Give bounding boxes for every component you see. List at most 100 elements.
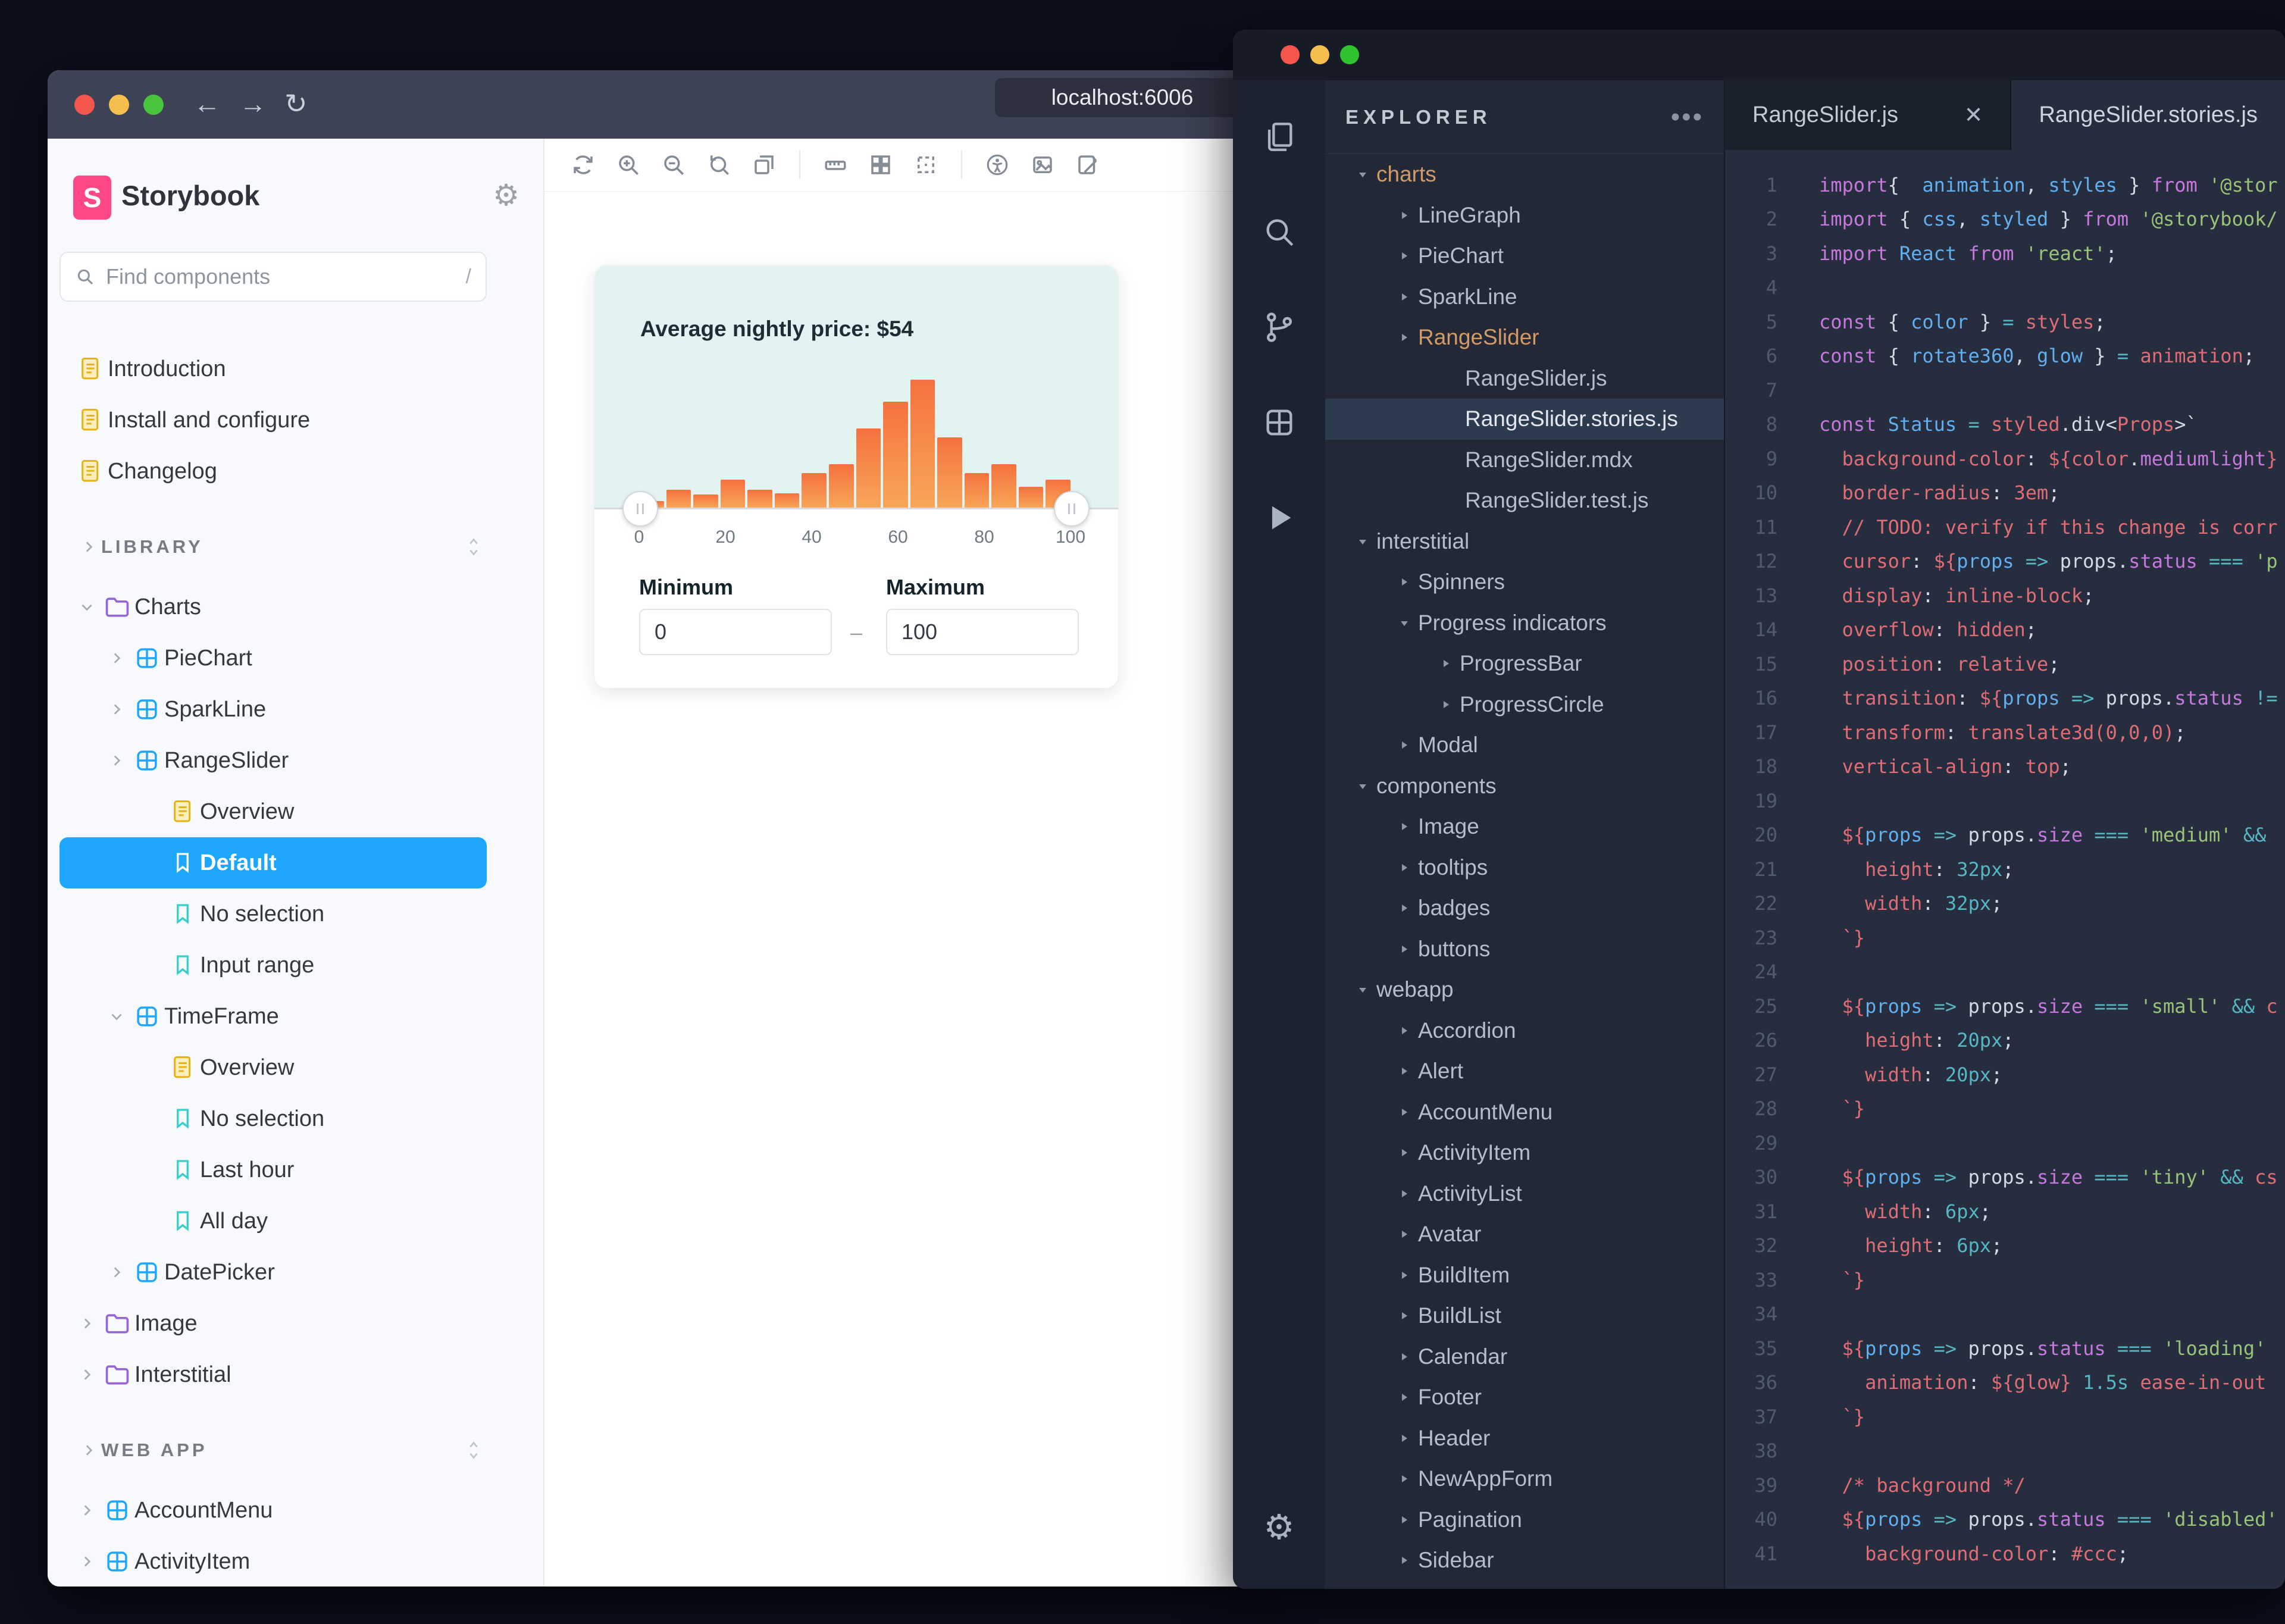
tree-item-rangeslider-test-js[interactable]: RangeSlider.test.js (1325, 480, 1724, 521)
minimize-window-button[interactable] (109, 95, 129, 115)
sidebar-item-datepicker[interactable]: DatePicker (60, 1247, 487, 1298)
zoom-out-icon[interactable] (659, 150, 688, 180)
extensions-icon[interactable] (1259, 402, 1300, 443)
code-editor[interactable]: 1import{ animation, styles } from '@stor… (1725, 150, 2285, 1589)
sidebar-item-default[interactable]: Default (60, 837, 487, 888)
sidebar-item-interstitial[interactable]: Interstitial (60, 1349, 487, 1400)
tree-item-components[interactable]: components (1325, 766, 1724, 807)
tree-item-rangeslider[interactable]: RangeSlider (1325, 317, 1724, 358)
maximum-input[interactable]: 100 (886, 609, 1079, 655)
tab-rangeslider-stories-js[interactable]: RangeSlider.stories.js (2011, 80, 2285, 150)
tree-item-progresscircle[interactable]: ProgressCircle (1325, 684, 1724, 725)
sidebar-item-image[interactable]: Image (60, 1298, 487, 1349)
minimize-window-button[interactable] (1310, 45, 1329, 64)
sidebar-item-last-hour[interactable]: Last hour (60, 1144, 487, 1196)
outline-icon[interactable] (911, 150, 941, 180)
tree-item-sidebar[interactable]: Sidebar (1325, 1540, 1724, 1581)
back-icon[interactable]: ← (193, 70, 221, 139)
sidebar-item-charts[interactable]: Charts (60, 581, 487, 633)
tree-item-avatar[interactable]: Avatar (1325, 1214, 1724, 1255)
tree-item-header[interactable]: Header (1325, 1418, 1724, 1459)
tree-item-rangeslider-mdx[interactable]: RangeSlider.mdx (1325, 440, 1724, 481)
image-icon[interactable] (1028, 150, 1057, 180)
zoom-reset-icon[interactable] (704, 150, 734, 180)
tree-item-pagination[interactable]: Pagination (1325, 1500, 1724, 1541)
tree-item-accountmenu[interactable]: AccountMenu (1325, 1092, 1724, 1133)
sidebar-item-all-day[interactable]: All day (60, 1196, 487, 1247)
tree-item-progressbar[interactable]: ProgressBar (1325, 643, 1724, 684)
reload-icon[interactable]: ↻ (284, 70, 308, 139)
search-icon[interactable] (1259, 211, 1300, 253)
sync-icon[interactable] (568, 150, 598, 180)
tree-item-footer[interactable]: Footer (1325, 1377, 1724, 1418)
sidebar-item-sparkline[interactable]: SparkLine (60, 684, 487, 735)
sidebar-item-timeframe[interactable]: TimeFrame (60, 991, 487, 1042)
minimum-input[interactable]: 0 (639, 609, 832, 655)
zoom-in-icon[interactable] (613, 150, 643, 180)
tree-item-builditem[interactable]: BuildItem (1325, 1255, 1724, 1296)
sort-icon[interactable] (467, 537, 481, 557)
sidebar-item-accountmenu[interactable]: AccountMenu (60, 1485, 487, 1536)
sidebar-item-overview[interactable]: Overview (60, 1042, 487, 1093)
gear-icon[interactable]: ⚙ (493, 178, 519, 212)
sidebar-item-rangeslider[interactable]: RangeSlider (60, 735, 487, 786)
tree-item-charts[interactable]: charts (1325, 154, 1724, 195)
edit-box-icon[interactable] (1073, 150, 1103, 180)
close-window-button[interactable] (1281, 45, 1300, 64)
tree-item-interstitial[interactable]: interstitial (1325, 521, 1724, 562)
sort-icon[interactable] (467, 1440, 481, 1460)
url-bar[interactable]: localhost:6006 (995, 78, 1250, 117)
sidebar-item-input-range[interactable]: Input range (60, 940, 487, 991)
gear-icon[interactable]: ⚙ (1233, 1507, 1325, 1547)
tree-item-webapp[interactable]: webapp (1325, 969, 1724, 1010)
sidebar-item-overview[interactable]: Overview (60, 786, 487, 837)
tree-item-sparkline[interactable]: SparkLine (1325, 277, 1724, 318)
background-toggle-icon[interactable] (749, 150, 779, 180)
tree-item-rangeslider-js[interactable]: RangeSlider.js (1325, 358, 1724, 399)
sidebar-item-piechart[interactable]: PieChart (60, 633, 487, 684)
tree-item-calendar[interactable]: Calendar (1325, 1337, 1724, 1378)
source-control-icon[interactable] (1259, 306, 1300, 348)
sidebar-item-install-and-configure[interactable]: Install and configure (60, 395, 487, 446)
slider-handle-max[interactable] (1054, 491, 1090, 527)
tree-item-linegraph[interactable]: LineGraph (1325, 195, 1724, 236)
close-icon[interactable]: ✕ (1964, 102, 1983, 129)
sidebar-section-web-app[interactable]: WEB APP (60, 1425, 487, 1476)
zoom-window-button[interactable] (143, 95, 164, 115)
tree-item-accordion[interactable]: Accordion (1325, 1010, 1724, 1052)
more-icon[interactable]: ••• (1671, 102, 1704, 132)
accessibility-icon[interactable] (982, 150, 1012, 180)
tree-item-buildlist[interactable]: BuildList (1325, 1296, 1724, 1337)
sidebar-item-no-selection[interactable]: No selection (60, 888, 487, 940)
run-icon[interactable] (1259, 497, 1300, 539)
tree-item-activityitem[interactable]: ActivityItem (1325, 1132, 1724, 1174)
sidebar-item-changelog[interactable]: Changelog (60, 446, 487, 497)
tree-item-activitylist[interactable]: ActivityList (1325, 1174, 1724, 1215)
sidebar-item-no-selection[interactable]: No selection (60, 1093, 487, 1144)
search-input[interactable]: Find components / (60, 252, 487, 302)
tree-item-modal[interactable]: Modal (1325, 725, 1724, 766)
grid-icon[interactable] (866, 150, 896, 180)
tree-item-progress-indicators[interactable]: Progress indicators (1325, 603, 1724, 644)
sidebar-item-introduction[interactable]: Introduction (60, 343, 487, 395)
close-window-button[interactable] (74, 95, 95, 115)
tree-item-buttons[interactable]: buttons (1325, 929, 1724, 970)
tree-item-badges[interactable]: badges (1325, 888, 1724, 929)
chevron-down-icon (1349, 781, 1376, 791)
tree-item-rangeslider-stories-js[interactable]: RangeSlider.stories.js (1325, 399, 1724, 440)
tree-item-tooltips[interactable]: tooltips (1325, 847, 1724, 888)
code-line: 36 animation: ${glow} 1.5s ease-in-out (1725, 1366, 2285, 1400)
tree-item-image[interactable]: Image (1325, 806, 1724, 847)
zoom-window-button[interactable] (1340, 45, 1359, 64)
tree-item-spinners[interactable]: Spinners (1325, 562, 1724, 603)
tree-item-piechart[interactable]: PieChart (1325, 236, 1724, 277)
sidebar-item-activityitem[interactable]: ActivityItem (60, 1536, 487, 1587)
tab-rangeslider-js[interactable]: RangeSlider.js ✕ (1725, 80, 2011, 150)
files-icon[interactable] (1259, 116, 1300, 158)
tree-item-newappform[interactable]: NewAppForm (1325, 1459, 1724, 1500)
slider-handle-min[interactable] (622, 491, 658, 527)
tree-item-alert[interactable]: Alert (1325, 1051, 1724, 1092)
ruler-icon[interactable] (821, 150, 850, 180)
forward-icon[interactable]: → (239, 70, 267, 139)
sidebar-section-library[interactable]: LIBRARY (60, 521, 487, 572)
